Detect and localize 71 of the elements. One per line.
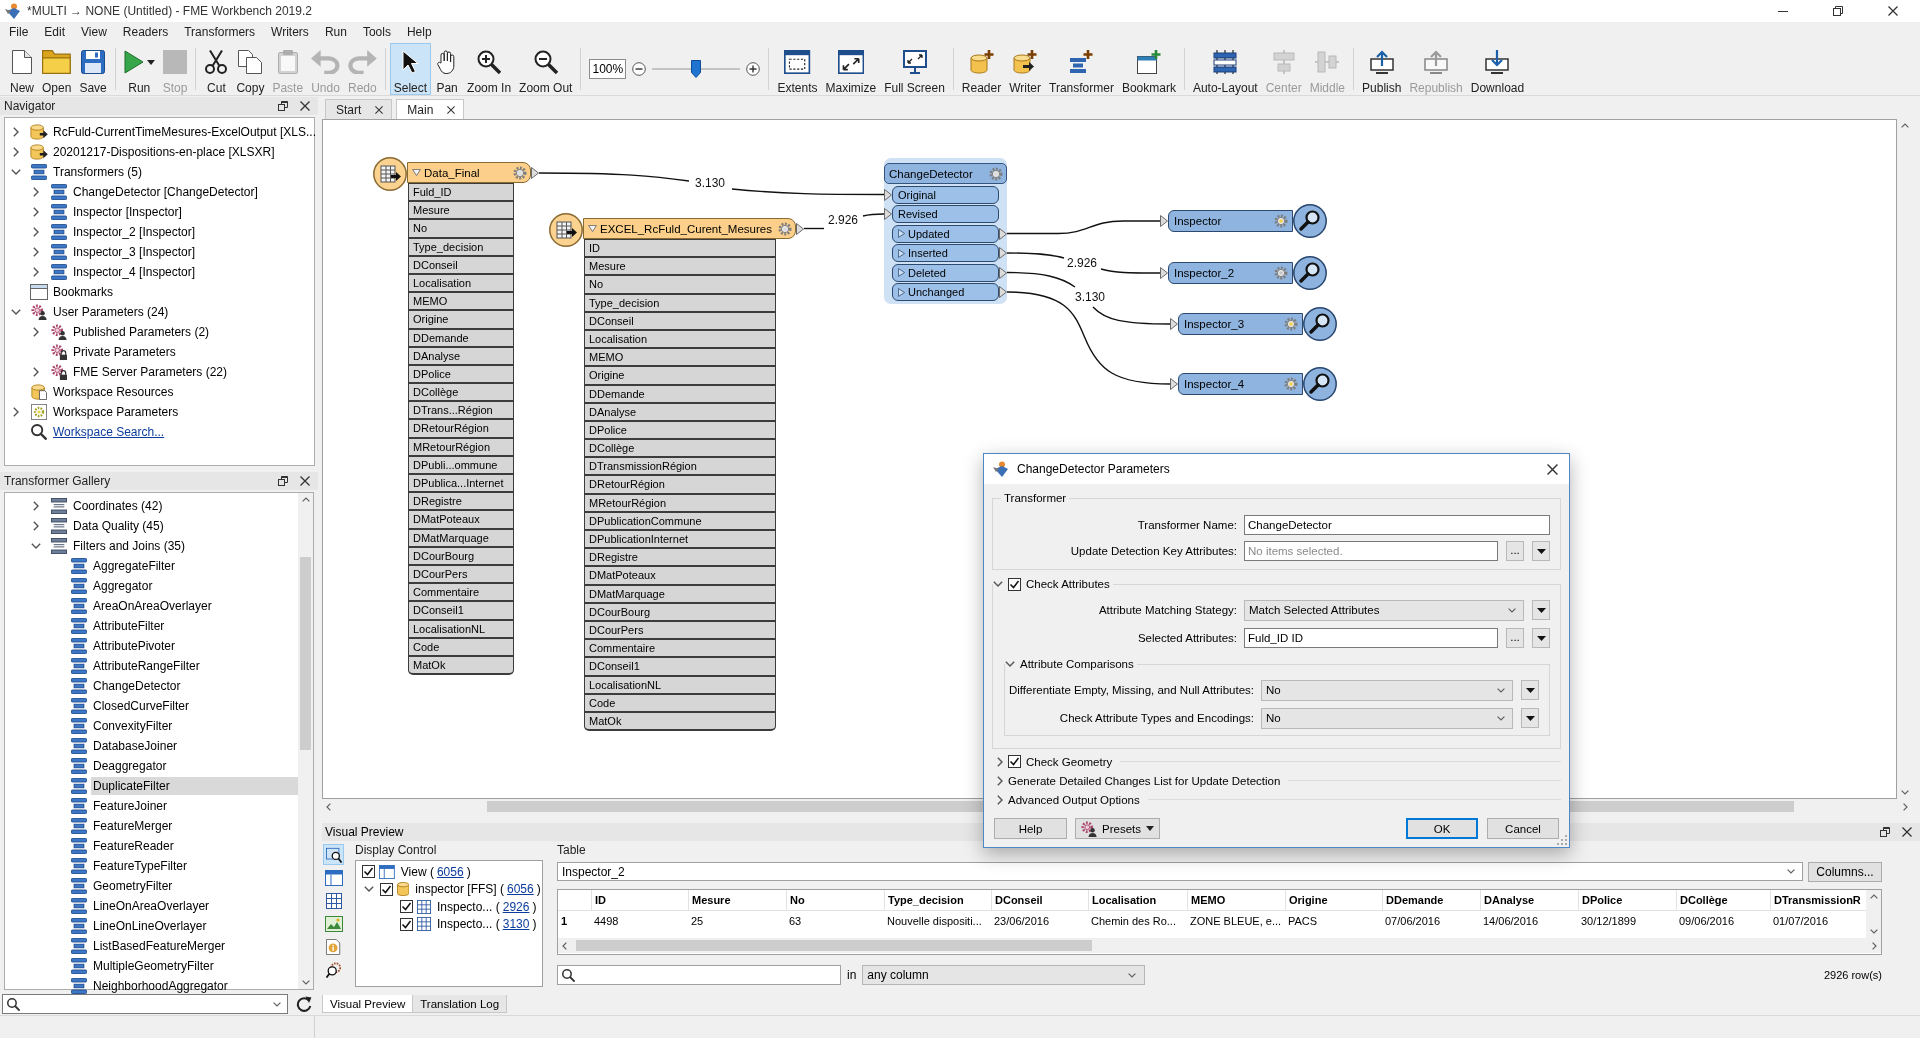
- field-label: Update Detection Key Attributes:: [1069, 545, 1237, 557]
- attribute-row: Mesure: [584, 258, 776, 277]
- group-title: Transformer: [1004, 492, 1067, 504]
- dialog-title: ChangeDetector Parameters: [1017, 462, 1170, 476]
- attribute-row: DRegistre: [408, 493, 514, 512]
- attribute-row: MEMO: [584, 349, 776, 368]
- row-count: 2926 row(s): [1823, 969, 1882, 981]
- port-label: Inserted: [908, 247, 948, 259]
- table-cell-text: 23/06/2016: [993, 914, 1051, 929]
- field-label: Attribute Matching Stategy:: [1097, 604, 1237, 616]
- table-cell-text: Chemin des Ro...: [1090, 914, 1177, 929]
- table-cell-text: 63: [788, 914, 803, 929]
- table-cell-text: ZONE BLEUE, e...: [1189, 914, 1283, 929]
- section-title: Table: [557, 842, 587, 858]
- port-label: Updated: [908, 227, 950, 240]
- attribute-row: DMatPoteaux: [408, 511, 514, 530]
- table-cell-text: Nouvelle dispositi...: [886, 914, 983, 929]
- table-cell-text: 30/12/1899: [1580, 914, 1638, 929]
- feature-count: 3.130: [695, 176, 726, 190]
- port-label: Unchanged: [908, 286, 965, 298]
- attribute-row: Mesure: [408, 202, 514, 221]
- attribute-row: DTrans...Région: [408, 402, 514, 421]
- table-cell-text: 09/06/2016: [1678, 914, 1736, 929]
- attribute-row: Commentaire: [584, 640, 776, 659]
- attribute-row: No: [584, 276, 776, 295]
- attribute-row: DRetourRégion: [584, 476, 776, 495]
- attribute-row: DConseil1: [584, 658, 776, 677]
- feature-count: 2.926: [828, 213, 859, 227]
- row-number: 1: [560, 914, 569, 929]
- attribute-row: DRegistre: [584, 549, 776, 568]
- inspector-name: Inspector_2: [1174, 267, 1235, 279]
- attribute-row: DMatPoteaux: [584, 567, 776, 586]
- attribute-row: ID: [584, 239, 776, 259]
- table-cell-text: 25: [690, 914, 705, 929]
- attribute-row: MEMO: [408, 293, 514, 312]
- inspector-name: Inspector: [1174, 215, 1222, 227]
- attribute-row: Commentaire: [408, 584, 514, 603]
- port-label: Deleted: [908, 266, 946, 279]
- attribute-row: DCollège: [408, 384, 514, 403]
- feature-count: 2.926: [1067, 256, 1098, 270]
- table-cell-text: 14/06/2016: [1482, 914, 1540, 929]
- table-cell-text: PACS: [1287, 914, 1319, 929]
- panel-title: Transformer Gallery: [4, 474, 111, 488]
- attribute-row: DRetourRégion: [408, 420, 514, 439]
- attribute-row: DTransmissionRégion: [584, 458, 776, 477]
- inspector-name: Inspector_4: [1184, 378, 1245, 390]
- inspector-name: Inspector_3: [1184, 318, 1245, 330]
- attribute-row: DPublicationInternet: [584, 531, 776, 550]
- field-label: Differentiate Empty, Missing, and Null Attributes:: [1008, 684, 1254, 696]
- transformer-name: ChangeDetector: [889, 167, 973, 180]
- field-label: Selected Attributes:: [1136, 632, 1237, 644]
- feature-type-name: Data_Final: [424, 166, 481, 179]
- table-cell-text: 07/06/2016: [1384, 914, 1442, 929]
- attribute-row: DCollège: [584, 440, 776, 459]
- attribute-row: Origine: [584, 367, 776, 386]
- attribute-row: Fuld_ID: [408, 183, 514, 203]
- panel-title: Navigator: [4, 99, 56, 113]
- feature-count: 3.130: [1075, 290, 1106, 304]
- field-label: in: [847, 968, 857, 982]
- section-title: Display Control: [355, 842, 438, 858]
- table-cell-text: 01/07/2016: [1772, 914, 1830, 929]
- attribute-row: No: [408, 220, 514, 239]
- panel-title: Visual Preview: [325, 825, 404, 839]
- feature-type-name: EXCEL_RcFuld_Curent_Mesures: [600, 222, 773, 235]
- field-label: Transformer Name:: [1136, 519, 1237, 531]
- attribute-row: DPublica...Internet: [408, 475, 514, 494]
- attribute-row: Origine: [408, 311, 514, 330]
- field-label: Check Attribute Types and Encodings:: [1058, 712, 1254, 724]
- table-cell-text: 4498: [593, 914, 620, 929]
- window-title: *MULTI → NONE (Untitled) - FME Workbench 2019.2: [27, 4, 312, 18]
- attribute-row: DConseil1: [408, 602, 514, 621]
